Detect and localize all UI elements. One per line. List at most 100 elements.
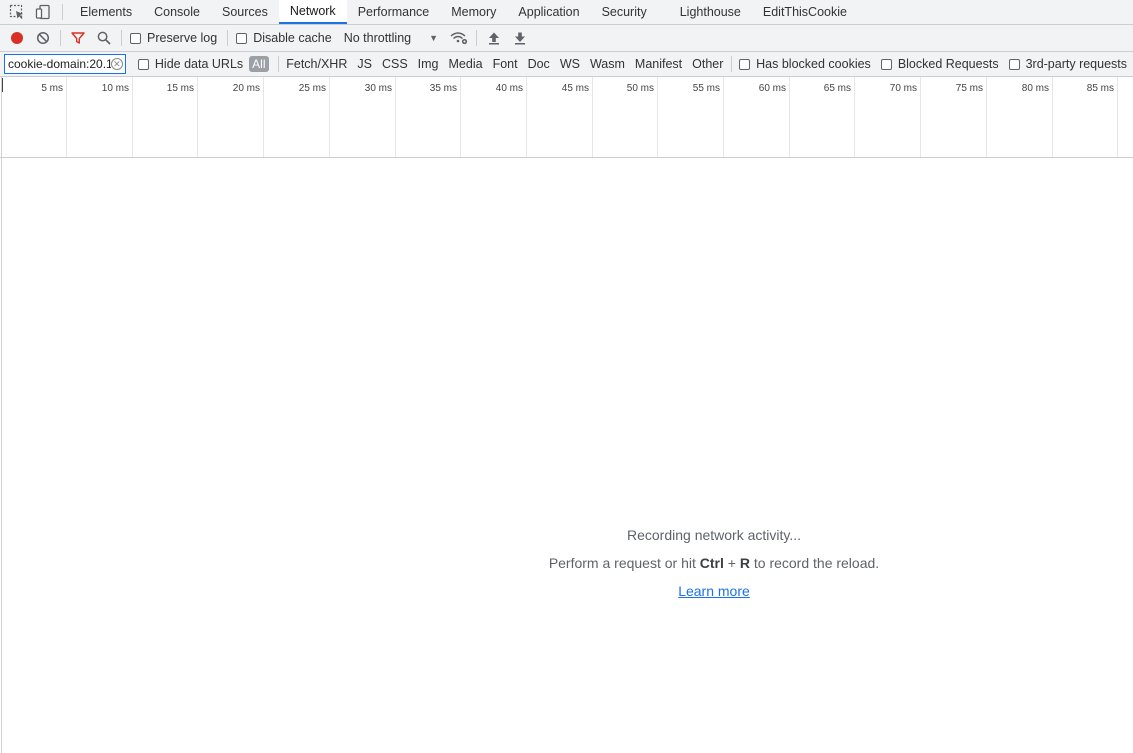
learn-more-link[interactable]: Learn more [678,583,750,599]
timeline-tick-label: 45 ms [561,83,589,94]
timeline-grid-line [854,77,855,157]
reload-hint-suffix: to record the reload. [749,555,880,571]
type-filter-font[interactable]: Font [488,57,523,71]
tab-network[interactable]: Network [278,0,347,24]
tab-lighthouse[interactable]: Lighthouse [658,0,752,24]
tab-editthiscookie[interactable]: EditThisCookie [752,0,858,24]
timeline-tick-label: 40 ms [495,83,523,94]
tab-sources[interactable]: Sources [211,0,279,24]
timeline-tick-label: 35 ms [429,83,457,94]
tab-application[interactable]: Application [507,0,590,24]
timeline-tick-label: 15 ms [166,83,194,94]
filter-icon [71,32,85,44]
timeline-grid-line [460,77,461,157]
devtools-tabbar: Elements Console Sources Network Performance… [0,0,1133,25]
type-filter-img[interactable]: Img [413,57,444,71]
shortcut-r: R [739,555,750,571]
learn-more-row: Learn more [0,583,1133,599]
divider [476,30,478,46]
timeline-tick-label: 75 ms [955,83,983,94]
timeline-grid-line [592,77,593,157]
divider [227,30,229,46]
disable-cache-checkbox[interactable]: Disable cache [236,31,332,45]
throttling-select[interactable]: No throttling ▼ [344,31,438,45]
timeline-grid-line [920,77,921,157]
timeline-tick-label: 60 ms [758,83,786,94]
third-party-requests-label: 3rd-party requests [1025,57,1128,71]
tab-security[interactable]: Security [591,0,658,24]
clear-filter-icon[interactable]: ✕ [110,58,123,70]
timeline-tick-label: 5 ms [41,83,63,94]
timeline-grid-line [789,77,790,157]
network-empty-state: Recording network activity... Perform a … [0,158,1133,753]
tab-memory[interactable]: Memory [440,0,507,24]
type-filter-media[interactable]: Media [444,57,488,71]
tab-performance[interactable]: Performance [347,0,441,24]
type-filter-doc[interactable]: Doc [523,57,555,71]
timeline-tick-label: 50 ms [626,83,654,94]
type-filter-all[interactable]: All [249,56,269,72]
timeline-grid-line [197,77,198,157]
timeline-grid-line [329,77,330,157]
network-conditions-button[interactable] [446,26,472,50]
filter-input[interactable]: cookie-domain:20.194.60.1( ✕ [4,54,126,74]
checkbox-box[interactable] [880,58,892,70]
timeline-grid-line [1052,77,1053,157]
type-filter-ws[interactable]: WS [555,57,585,71]
timeline-grid-line [986,77,987,157]
has-blocked-cookies-label: Has blocked cookies [756,57,871,71]
has-blocked-cookies-checkbox[interactable]: Has blocked cookies [739,57,871,71]
record-button[interactable] [4,26,30,50]
timeline-grid-line [526,77,527,157]
checkbox-box[interactable] [137,58,149,70]
blocked-requests-checkbox[interactable]: Blocked Requests [880,57,999,71]
type-filter-css[interactable]: CSS [377,57,413,71]
tab-elements[interactable]: Elements [69,0,143,24]
shortcut-plus: + [723,555,740,571]
timeline-tick-label: 80 ms [1021,83,1049,94]
import-har-button[interactable] [481,26,507,50]
chevron-down-icon: ▼ [429,33,439,43]
recording-status: Recording network activity... [626,527,802,543]
clear-button[interactable] [30,26,56,50]
checkbox-box[interactable] [1008,58,1020,70]
reload-hint: Perform a request or hit Ctrl + R to rec… [0,555,1133,571]
timeline-tick-label: 25 ms [298,83,326,94]
timeline-grid-line [723,77,724,157]
checkbox-box[interactable] [130,32,141,44]
filter-input-value[interactable]: cookie-domain:20.194.60.1( [8,57,111,71]
divider [277,56,279,72]
divider [731,56,733,72]
filter-bar: cookie-domain:20.194.60.1( ✕ Hide data U… [0,52,1133,77]
filter-toggle-button[interactable] [65,26,91,50]
inspect-element-icon[interactable] [4,0,30,24]
tab-console[interactable]: Console [143,0,211,24]
search-button[interactable] [91,26,117,50]
type-filter-other[interactable]: Other [687,57,728,71]
export-har-button[interactable] [507,26,533,50]
hide-data-urls-checkbox[interactable]: Hide data URLs [137,57,243,71]
type-filter-js[interactable]: JS [352,57,377,71]
divider [60,30,61,46]
timeline-tick-label: 30 ms [364,83,392,94]
reload-hint-prefix: Perform a request or hit [548,555,700,571]
divider [62,4,63,20]
throttling-value: No throttling [343,31,412,45]
timeline-grid-line [395,77,396,157]
timeline-tick-label: 20 ms [232,83,260,94]
device-toolbar-icon[interactable] [30,0,56,24]
network-toolbar: Preserve log Disable cache No throttling… [0,25,1133,52]
type-filter-fetch-xhr[interactable]: Fetch/XHR [281,57,352,71]
timeline-start-marker [2,78,3,92]
type-filter-manifest[interactable]: Manifest [630,57,687,71]
search-icon [97,31,111,45]
preserve-log-checkbox[interactable]: Preserve log [130,31,217,45]
third-party-requests-checkbox[interactable]: 3rd-party requests [1008,57,1128,71]
wifi-settings-icon [450,32,468,45]
timeline-grid-line [66,77,67,157]
type-filter-wasm[interactable]: Wasm [585,57,630,71]
checkbox-box[interactable] [236,32,248,44]
checkbox-box[interactable] [739,58,751,70]
network-overview-timeline[interactable]: 5 ms 10 ms 15 ms 20 ms 25 ms 30 ms 35 ms 40 ms 4… [0,77,1133,158]
timeline-grid-line [132,77,133,157]
